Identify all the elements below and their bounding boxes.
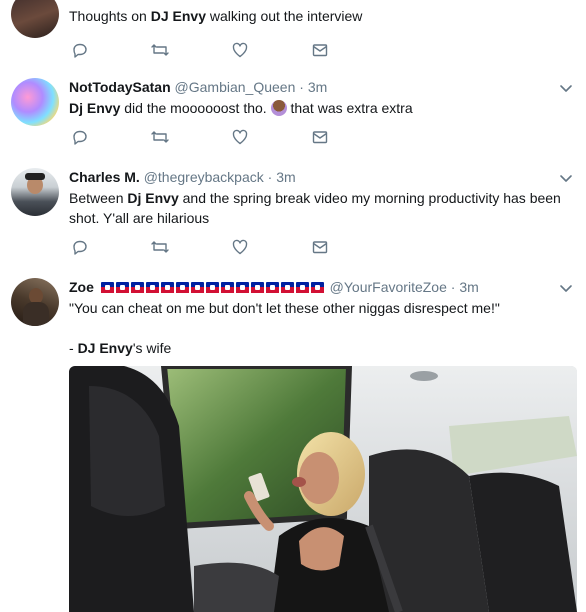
haiti-flag-emojis xyxy=(100,279,330,295)
avatar[interactable] xyxy=(11,78,59,126)
tweet-text: Dj Envy did the moooooost tho. that was … xyxy=(69,100,413,116)
timestamp[interactable]: · 3m xyxy=(299,79,327,95)
tweet[interactable]: Charles M. @thegreybackpack · 3m Between… xyxy=(0,156,586,267)
tweet-text: Thoughts on DJ Envy walking out the inte… xyxy=(69,8,363,24)
reply-icon[interactable] xyxy=(69,236,91,258)
display-name[interactable]: Zoe xyxy=(69,279,94,295)
like-icon[interactable] xyxy=(229,126,251,148)
tweet-actions xyxy=(69,126,369,148)
tweet[interactable]: Zoe @YourFavoriteZoe · 3m "You can cheat… xyxy=(0,266,586,612)
username[interactable]: @thegreybackpack xyxy=(144,169,264,185)
reply-icon[interactable] xyxy=(69,39,91,61)
tweet-text-line-1: "You can cheat on me but don't let these… xyxy=(69,300,500,316)
hashtag-mention: DJ Envy xyxy=(150,8,206,24)
timestamp[interactable]: · 3m xyxy=(268,169,296,185)
chevron-down-icon[interactable] xyxy=(558,280,574,296)
timestamp[interactable]: · 3m xyxy=(451,279,479,295)
facepalm-emoji xyxy=(270,100,287,116)
like-icon[interactable] xyxy=(229,39,251,61)
display-name[interactable]: Charles M. xyxy=(69,169,140,185)
retweet-icon[interactable] xyxy=(149,236,171,258)
car-interior-image xyxy=(69,366,577,612)
tweet-header: Charles M. @thegreybackpack · 3m xyxy=(69,168,576,186)
message-icon[interactable] xyxy=(309,39,331,61)
tweet-header: NotTodaySatan @Gambian_Queen · 3m xyxy=(69,78,576,96)
tweet-header: Zoe @YourFavoriteZoe · 3m xyxy=(69,278,576,296)
chevron-down-icon[interactable] xyxy=(558,170,574,186)
tweet-actions xyxy=(69,236,369,258)
message-icon[interactable] xyxy=(309,126,331,148)
avatar[interactable] xyxy=(11,0,59,38)
tweet[interactable]: NotTodaySatan @Gambian_Queen · 3m Dj Env… xyxy=(0,66,586,157)
username[interactable]: @YourFavoriteZoe xyxy=(330,279,447,295)
message-icon[interactable] xyxy=(309,236,331,258)
display-name[interactable]: NotTodaySatan xyxy=(69,79,171,95)
tweet-media-photo[interactable] xyxy=(69,366,577,612)
tweet-actions xyxy=(69,39,369,61)
tweet[interactable]: Thoughts on DJ Envy walking out the inte… xyxy=(0,0,586,67)
avatar[interactable] xyxy=(11,168,59,216)
username[interactable]: @Gambian_Queen xyxy=(175,79,296,95)
chevron-down-icon[interactable] xyxy=(558,80,574,96)
like-icon[interactable] xyxy=(229,236,251,258)
retweet-icon[interactable] xyxy=(149,126,171,148)
avatar[interactable] xyxy=(11,278,59,326)
tweet-text: Between Dj Envy and the spring break vid… xyxy=(69,190,561,226)
retweet-icon[interactable] xyxy=(149,39,171,61)
tweet-text-line-2: - DJ Envy's wife xyxy=(69,340,172,356)
reply-icon[interactable] xyxy=(69,126,91,148)
